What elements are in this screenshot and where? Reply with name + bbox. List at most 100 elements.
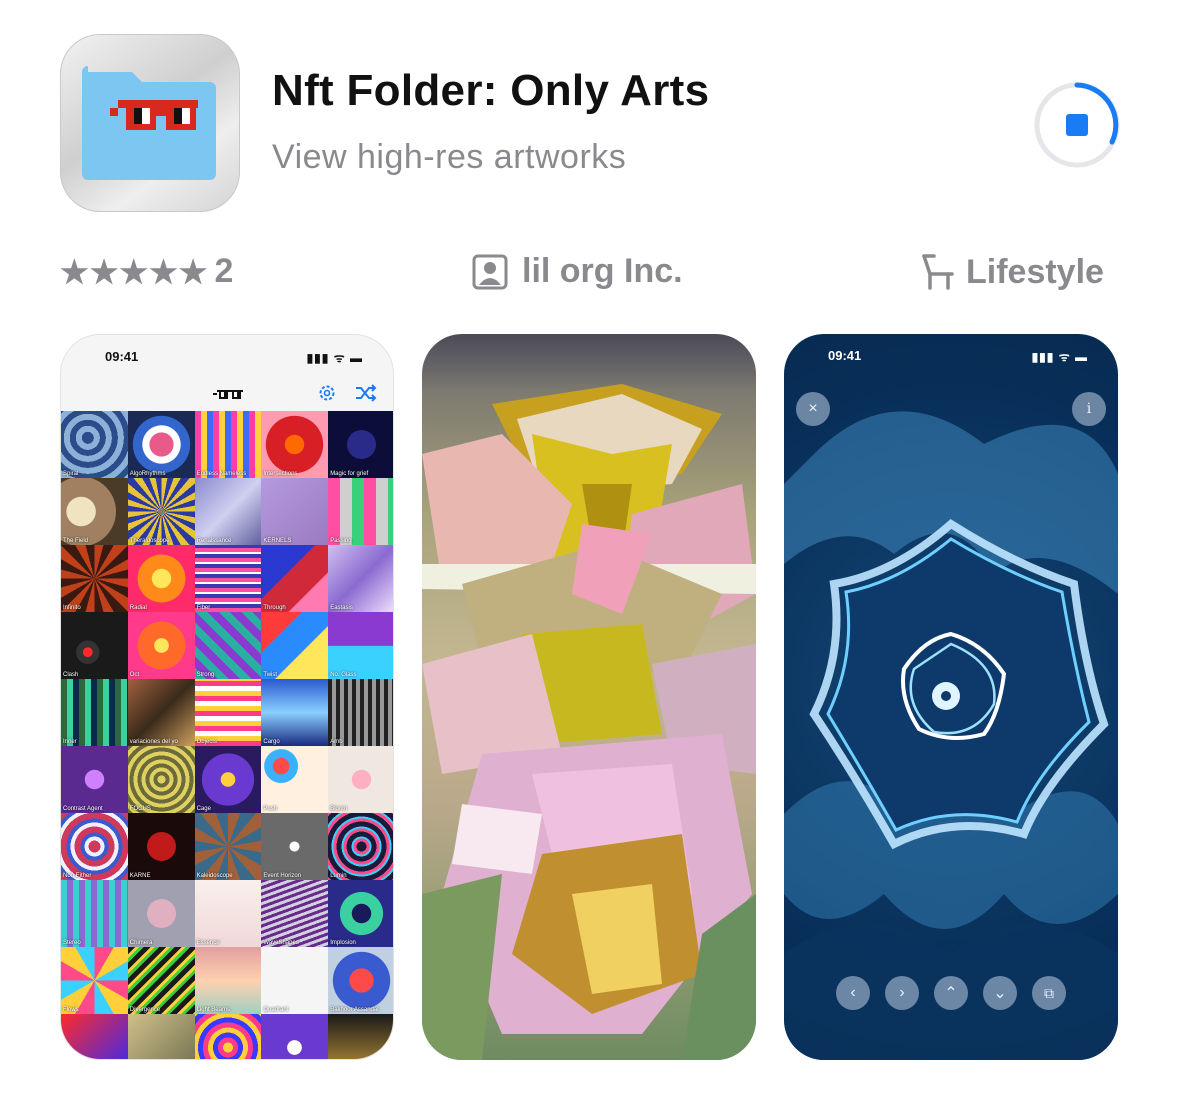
- artwork-tile-label: Push: [263, 806, 278, 812]
- artwork-tile[interactable]: Divergence: [127, 947, 195, 1014]
- chevron-up-icon[interactable]: ⌃: [934, 976, 968, 1010]
- artwork-tile-label: Clash: [63, 672, 79, 678]
- artwork-tile[interactable]: Twist: [261, 612, 329, 679]
- artwork-tile[interactable]: Strong: [194, 612, 262, 679]
- artwork-tile[interactable]: Bloom: [328, 746, 393, 813]
- artwork-tile[interactable]: Flows: [61, 947, 128, 1014]
- artwork-tile[interactable]: Oct: [127, 612, 195, 679]
- artwork-tile[interactable]: KERNELS: [261, 478, 329, 545]
- app-icon[interactable]: [60, 34, 240, 212]
- close-icon[interactable]: ×: [796, 392, 830, 426]
- artwork-tile[interactable]: Cage: [194, 746, 262, 813]
- artwork-tile[interactable]: Stereo: [61, 880, 128, 947]
- artwork-tile[interactable]: Cargo: [261, 679, 329, 746]
- artwork-tile[interactable]: Endless Nameless: [194, 411, 262, 478]
- artwork-tile[interactable]: KARNE: [127, 813, 195, 880]
- artwork-tile-label: FOCUS: [129, 806, 151, 812]
- artwork-tile[interactable]: Intersections: [261, 411, 329, 478]
- artwork-tile-label: Magic for grief: [330, 471, 369, 477]
- artwork-tile[interactable]: WaveShapes: [261, 880, 329, 947]
- artwork-tile[interactable]: Spiral: [61, 411, 128, 478]
- chevron-down-icon[interactable]: ⌄: [983, 976, 1017, 1010]
- artwork-tile[interactable]: Non Either: [61, 813, 128, 880]
- artwork-tile[interactable]: Inner: [61, 679, 128, 746]
- artwork-tile[interactable]: Implosion: [328, 880, 393, 947]
- artwork-tile[interactable]: Push: [261, 746, 329, 813]
- artwork-tile-label: The Field: [63, 538, 89, 544]
- artwork-tile-label: Cage: [196, 806, 211, 812]
- previous-icon[interactable]: ‹: [836, 976, 870, 1010]
- artwork-tile-label: Event Horizon: [263, 873, 302, 879]
- artwork-tile[interactable]: Event Horizon: [261, 813, 329, 880]
- artwork-tile[interactable]: [261, 1014, 329, 1059]
- stop-icon: [1066, 114, 1088, 136]
- artwork-tile-label: Chimera: [129, 940, 153, 946]
- screenshot-1[interactable]: 09:41 ▮▮▮ ᯤ ▬ Spiral AlgoRhythms Endless N…: [60, 334, 394, 1060]
- artwork-tile[interactable]: Lumin: [328, 813, 393, 880]
- screenshot-2[interactable]: [422, 334, 756, 1060]
- artwork-tile-label: Light Beams: [196, 1007, 230, 1013]
- artwork-tile[interactable]: [127, 1014, 195, 1059]
- artwork-tile[interactable]: Renaissance: [194, 478, 262, 545]
- artwork-tile[interactable]: Chimera: [127, 880, 195, 947]
- glasses-logo-icon: [213, 390, 243, 399]
- copy-icon[interactable]: ⧉: [1032, 976, 1066, 1010]
- shuffle-icon[interactable]: [355, 383, 377, 403]
- artwork-tile[interactable]: Through: [261, 545, 329, 612]
- artwork-tile-label: Infinito: [63, 605, 81, 611]
- developer-person-icon: [472, 254, 508, 289]
- artwork-tile[interactable]: [61, 1014, 128, 1059]
- artwork-tile[interactable]: Eastasis: [328, 545, 393, 612]
- artwork-tile[interactable]: Light Beams: [194, 947, 262, 1014]
- info-icon[interactable]: i: [1072, 392, 1106, 426]
- developer-link[interactable]: lil org Inc.: [472, 252, 683, 291]
- artwork-tile[interactable]: [194, 1014, 262, 1059]
- rating-stars-icon: ★★★★★: [60, 253, 209, 290]
- next-icon[interactable]: ›: [885, 976, 919, 1010]
- artwork-tile[interactable]: The Field: [61, 478, 128, 545]
- download-progress-stop-button[interactable]: [1032, 80, 1122, 170]
- glasses-folder-icon: [82, 66, 216, 180]
- artwork-tile[interactable]: Clash: [61, 612, 128, 679]
- artwork-tile[interactable]: Magic for grief: [328, 411, 393, 478]
- category-link[interactable]: Lifestyle: [920, 252, 1104, 292]
- artwork-tile-label: Theraldoscope: [129, 538, 170, 544]
- artwork-tile[interactable]: Essence: [194, 880, 262, 947]
- artwork-tile-label: KERNELS: [263, 538, 292, 544]
- artwork-tile[interactable]: [328, 1014, 393, 1059]
- artwork-tile-label: Strong: [196, 672, 215, 678]
- artwork-tile-label: Fiber: [196, 605, 211, 611]
- artwork-tile-label: Eastasis: [330, 605, 353, 611]
- artwork-tile-label: Implosion: [330, 940, 356, 946]
- lifestyle-chair-icon: [922, 254, 954, 290]
- screenshot-3[interactable]: 09:41 ▮▮▮ ᯤ ▬ × i ‹ › ⌃ ⌄ ⧉: [784, 334, 1118, 1060]
- rating[interactable]: ★★★★★ 2: [60, 252, 233, 291]
- artwork-tile[interactable]: Infinito: [61, 545, 128, 612]
- artwork-tile[interactable]: Objects: [194, 679, 262, 746]
- artwork-tile-label: Through: [263, 605, 286, 611]
- artwork-tile[interactable]: variaciones del yo: [127, 679, 195, 746]
- gear-icon[interactable]: [317, 383, 337, 403]
- artwork-tile[interactable]: No. Glass: [328, 612, 393, 679]
- artwork-tile[interactable]: Amb: [328, 679, 393, 746]
- artwork-tile[interactable]: Theraldoscope: [127, 478, 195, 545]
- artwork-tile-label: No. Glass: [330, 672, 357, 678]
- artwork-tile-label: AlgoRhythms: [129, 471, 166, 477]
- artwork-tile-label: Radial: [129, 605, 147, 611]
- artwork-tile-label: Passing: [330, 538, 352, 544]
- artwork-tile[interactable]: Kaleidoscope: [194, 813, 262, 880]
- artwork-tile[interactable]: AlgoRhythms: [127, 411, 195, 478]
- artwork-tile[interactable]: Contrast Agent: [61, 746, 128, 813]
- artwork-tile[interactable]: Quadrant: [261, 947, 328, 1014]
- artwork-tile-label: Objects: [196, 739, 217, 745]
- artwork-tile[interactable]: Fiber: [194, 545, 262, 612]
- glowing-wave-artwork: [784, 411, 1118, 1060]
- artwork-tile[interactable]: FOCUS: [127, 746, 195, 813]
- artwork-tile-label: Flows: [63, 1007, 79, 1013]
- artwork-tile[interactable]: Radial: [127, 545, 195, 612]
- app-subtitle: View high-res artworks: [272, 138, 627, 176]
- artwork-tile-label: Spiral: [63, 471, 79, 477]
- artwork-tile[interactable]: Passing: [328, 478, 393, 545]
- artwork-tile[interactable]: Bakhoor Assandal: [328, 947, 393, 1014]
- artwork-tile-label: Bakhoor Assandal: [330, 1007, 379, 1013]
